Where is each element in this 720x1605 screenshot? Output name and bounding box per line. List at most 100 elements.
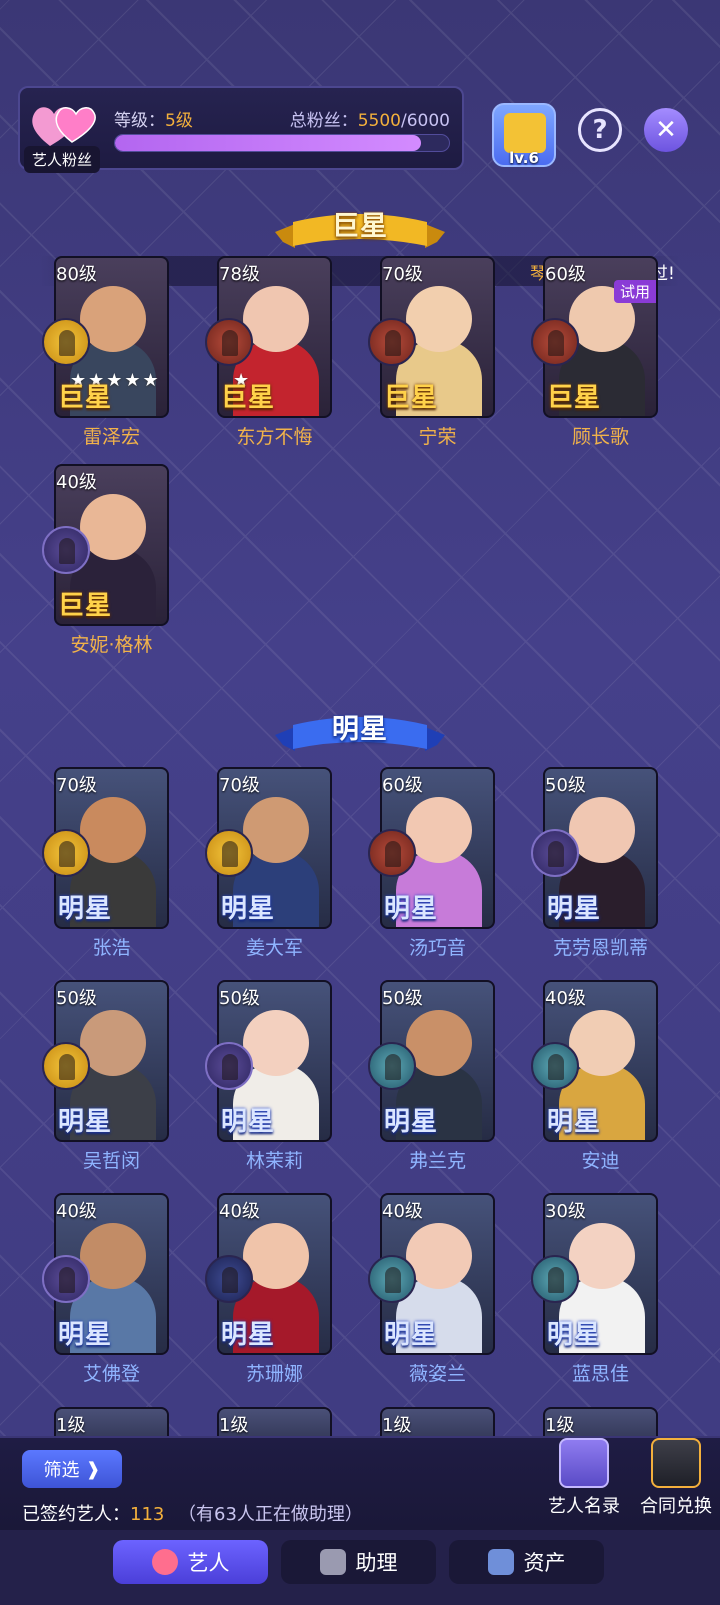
artist-name: 吴哲闵 [82, 1150, 140, 1172]
help-button[interactable]: ? [578, 108, 622, 152]
role-badge-icon [205, 829, 253, 877]
superstar-section-banner: 巨星 [275, 202, 445, 252]
fans-progress-bar [114, 134, 450, 152]
role-badge-icon [531, 318, 579, 366]
clapperboard-icon [504, 113, 546, 153]
artist-name: 艾佛登 [82, 1363, 140, 1385]
artist-level: 40级 [382, 1201, 423, 1222]
role-badge-icon [368, 318, 416, 366]
role-badge-icon [42, 318, 90, 366]
artist-card[interactable]: 80级 ★★★★★ 巨星 雷泽宏 [42, 256, 169, 449]
artist-card[interactable]: 50级 明星 弗兰克 [368, 980, 495, 1173]
tab-assistants[interactable]: 助理 [281, 1540, 436, 1584]
filter-button[interactable]: 筛选 ❱ [22, 1450, 122, 1488]
artist-card[interactable]: 40级 明星 艾佛登 [42, 1193, 169, 1386]
tab-artists[interactable]: 艺人 [113, 1540, 268, 1584]
tab-assistants-label: 助理 [355, 1551, 398, 1575]
artist-card[interactable]: 50级 明星 克劳恩凯蒂 [531, 767, 658, 960]
bottom-panel: 筛选 ❱ 已签约艺人：113 （有63人正在做助理） 艺人名录 合同兑换 [0, 1436, 720, 1530]
roster-label: 艺人名录 [548, 1496, 620, 1517]
artist-card[interactable]: 30级 明星 蓝思佳 [531, 1193, 658, 1386]
level-value: 5级 [165, 111, 193, 131]
artist-level: 60级 [545, 264, 586, 285]
artist-tier: 巨星 [221, 383, 276, 413]
artist-tier: 明星 [547, 1107, 602, 1137]
level-label: 等级：5级 [114, 106, 193, 131]
artist-level: 1级 [545, 1415, 575, 1436]
signed-label: 已签约艺人： [22, 1504, 130, 1525]
fans-progress-fill [115, 135, 422, 151]
tab-bar: 艺人 助理 资产 [0, 1530, 720, 1605]
book-icon [559, 1438, 609, 1488]
artist-tier: 明星 [221, 1320, 276, 1350]
trial-badge: 试用 [613, 280, 656, 303]
fans-max: /6000 [401, 111, 450, 131]
artist-card[interactable]: 70级 明星 张浩 [42, 767, 169, 960]
artist-tier: 明星 [384, 894, 439, 924]
artist-tier: 巨星 [384, 383, 439, 413]
artist-card[interactable]: 60级 试用 巨星 顾长歌 [531, 256, 658, 449]
star-section-title: 明星 [332, 714, 388, 745]
studio-level: lv.6 [509, 149, 539, 167]
contract-exchange-button[interactable]: 合同兑换 [636, 1438, 716, 1518]
fans-label: 总粉丝：5500/6000 [290, 106, 450, 131]
folder-icon [651, 1438, 701, 1488]
signed-count: 113 [130, 1504, 165, 1525]
artist-card[interactable]: 70级 明星 姜大军 [205, 767, 332, 960]
fan-panel: 艺人粉丝 等级：5级 总粉丝：5500/6000 [18, 86, 464, 173]
artist-card[interactable]: 50级 明星 林茉莉 [205, 980, 332, 1173]
studio-level-button[interactable]: lv.6 [492, 103, 556, 167]
role-badge-icon [205, 1255, 253, 1303]
signed-artists: 已签约艺人：113 [22, 1500, 164, 1526]
artist-name: 张浩 [92, 937, 131, 959]
artist-level: 40级 [219, 1201, 260, 1222]
artist-card[interactable]: 40级 明星 苏珊娜 [205, 1193, 332, 1386]
close-button[interactable]: ✕ [644, 108, 688, 152]
fans-label-text: 总粉丝： [289, 111, 358, 131]
role-badge-icon [205, 1042, 253, 1090]
tab-assets[interactable]: 资产 [449, 1540, 604, 1584]
artist-name: 林茉莉 [245, 1150, 303, 1172]
role-badge-icon [531, 829, 579, 877]
tab-artists-label: 艺人 [187, 1551, 230, 1575]
helping-text: （有63人正在做助理） [178, 1504, 363, 1525]
artist-tier: 明星 [58, 894, 113, 924]
game-screen: 艺人粉丝 等级：5级 总粉丝：5500/6000 lv.6 ? ✕ 巨星 琴仙 … [0, 0, 720, 1605]
fan-tag: 艺人粉丝 [24, 146, 101, 173]
artist-name: 顾长歌 [571, 426, 629, 448]
artist-card[interactable]: 78级 ★ 巨星 东方不悔 [205, 256, 332, 449]
artist-card-partial[interactable]: 1级 [380, 1407, 495, 1437]
artist-card-partial[interactable]: 1级 [543, 1407, 658, 1437]
artist-card[interactable]: 40级 明星 薇姿兰 [368, 1193, 495, 1386]
artist-card-partial[interactable]: 1级 [217, 1407, 332, 1437]
artist-level: 40级 [545, 988, 586, 1009]
artist-tier: 明星 [221, 1107, 276, 1137]
artist-name: 蓝思佳 [571, 1363, 629, 1385]
lips-icon [151, 1549, 178, 1575]
artist-level: 1级 [219, 1415, 249, 1436]
role-badge-icon [531, 1255, 579, 1303]
artist-card[interactable]: 70级 巨星 宁荣 [368, 256, 495, 449]
artist-tier: 明星 [547, 894, 602, 924]
artist-card[interactable]: 50级 明星 吴哲闵 [42, 980, 169, 1173]
artist-tier: 巨星 [58, 591, 113, 621]
roster-button[interactable]: 艺人名录 [544, 1438, 624, 1518]
role-badge-icon [368, 1042, 416, 1090]
artist-level: 78级 [219, 264, 260, 285]
assets-icon [487, 1549, 514, 1575]
tab-assets-label: 资产 [523, 1551, 566, 1575]
artist-name: 宁荣 [418, 426, 457, 448]
artist-card-partial[interactable]: 1级 [54, 1407, 169, 1437]
filter-label: 筛选 [43, 1460, 80, 1481]
artist-level: 40级 [56, 472, 97, 493]
role-badge-icon [205, 318, 253, 366]
artist-card[interactable]: 40级 巨星 安妮·格林 [42, 464, 169, 657]
filter-arrow-icon: ❱ [85, 1458, 101, 1480]
artist-name: 薇姿兰 [408, 1363, 466, 1385]
artist-tier: 巨星 [58, 383, 113, 413]
assistant-icon [319, 1549, 346, 1575]
artist-card[interactable]: 40级 明星 安迪 [531, 980, 658, 1173]
role-badge-icon [42, 526, 90, 574]
artist-tier: 明星 [221, 894, 276, 924]
artist-card[interactable]: 60级 明星 汤巧音 [368, 767, 495, 960]
